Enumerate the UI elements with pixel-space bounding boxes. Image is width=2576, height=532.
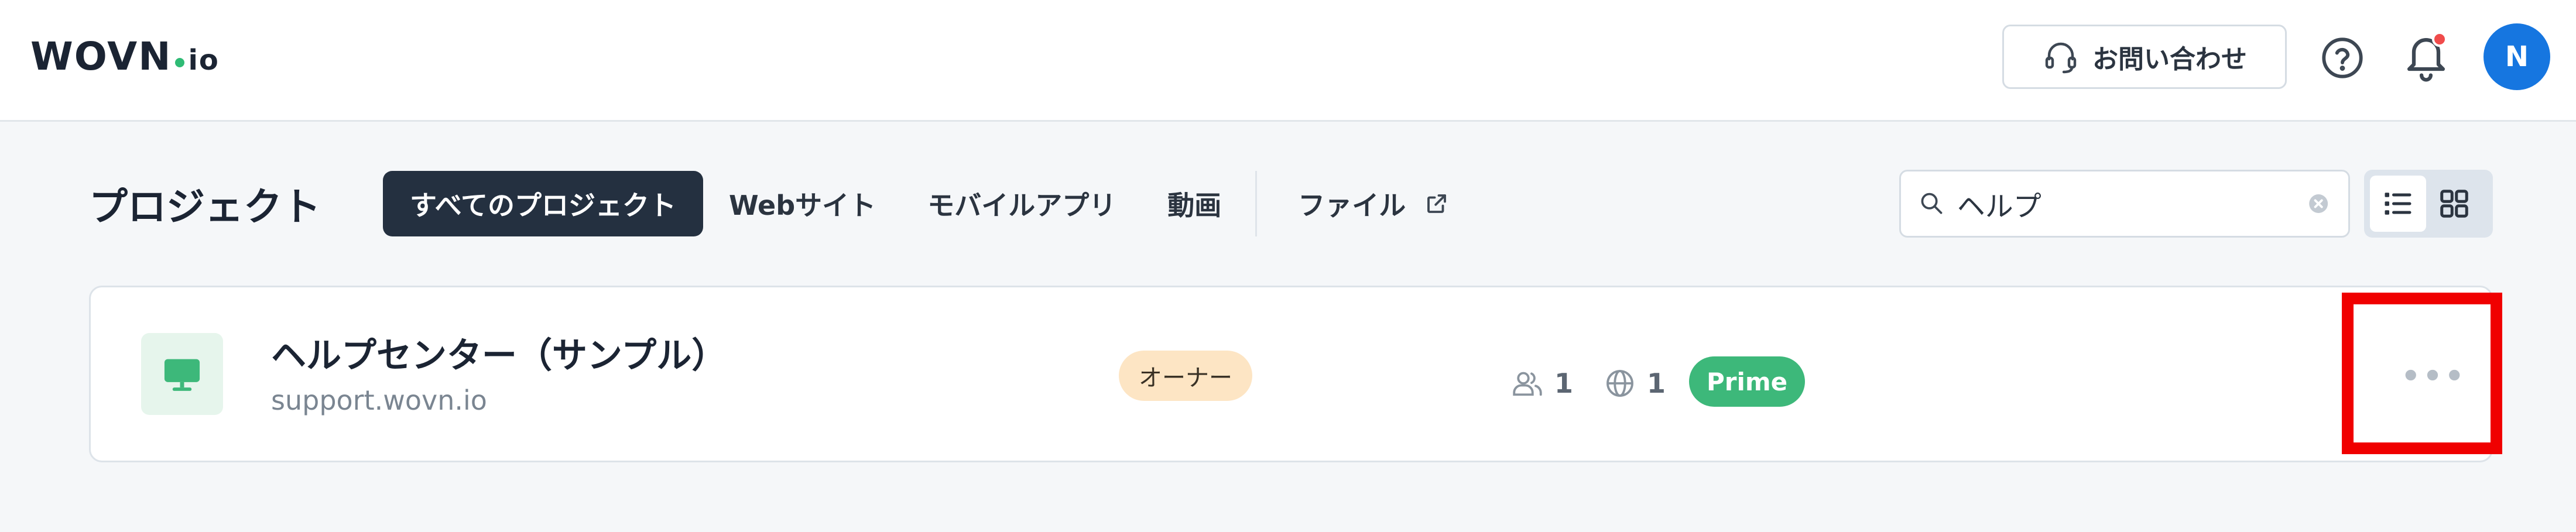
tab-files[interactable]: ファイル [1272, 171, 1475, 236]
notification-badge [2432, 32, 2447, 47]
page-title: プロジェクト [89, 184, 321, 229]
project-type-badge [141, 333, 223, 415]
question-circle-icon[interactable] [2320, 35, 2365, 81]
member-count-value: 1 [1554, 368, 1574, 399]
user-avatar[interactable]: N [2483, 23, 2550, 90]
logo-dot [175, 58, 185, 67]
logo-suffix-text: io [188, 44, 220, 77]
list-icon [2385, 193, 2411, 215]
more-options-button[interactable]: ••• [2395, 338, 2472, 415]
tab-websites[interactable]: Webサイト [703, 171, 902, 236]
tab-videos[interactable]: 動画 [1142, 171, 1247, 236]
project-card[interactable]: ヘルプセンター（サンプル） support.wovn.io オーナー 1 1 P… [89, 286, 2493, 462]
globe-icon [1606, 370, 1633, 397]
wovn-logo[interactable]: WOVN io [30, 36, 220, 77]
role-badge: オーナー [1119, 351, 1252, 401]
tab-mobile-apps[interactable]: モバイルアプリ [902, 171, 1142, 236]
logo-main-text: WOVN [30, 34, 172, 79]
language-count-value: 1 [1647, 368, 1666, 399]
tab-files-label: ファイル [1298, 190, 1406, 221]
tab-divider [1255, 171, 1258, 236]
tab-all-projects[interactable]: すべてのプロジェクト [383, 171, 703, 236]
clear-circle-icon[interactable] [2307, 188, 2330, 219]
project-url: support.wovn.io [271, 385, 487, 416]
top-header: WOVN io お問い合わせ N [0, 0, 2576, 122]
project-type-tabs: すべてのプロジェクト Webサイト モバイルアプリ 動画 ファイル [383, 171, 1475, 236]
project-search [1899, 170, 2350, 238]
contact-button-label: お問い合わせ [2092, 44, 2247, 74]
users-icon [1513, 372, 1542, 396]
more-horizontal-icon: ••• [2401, 359, 2467, 394]
plan-badge: Prime [1689, 356, 1806, 407]
grid-icon [2440, 190, 2468, 218]
member-count: 1 [1511, 367, 1573, 400]
monitor-icon [164, 359, 200, 391]
grid-view-button[interactable] [2426, 176, 2482, 232]
project-name[interactable]: ヘルプセンター（サンプル） [271, 327, 727, 378]
contact-button[interactable]: お問い合わせ [2002, 25, 2287, 89]
search-icon [1921, 193, 1943, 214]
headset-icon [2045, 42, 2077, 74]
search-input[interactable] [1957, 180, 2307, 227]
language-count: 1 [1604, 367, 1666, 400]
external-link-icon [1427, 194, 1447, 213]
view-toggle [2364, 170, 2493, 238]
list-view-button[interactable] [2370, 176, 2426, 232]
